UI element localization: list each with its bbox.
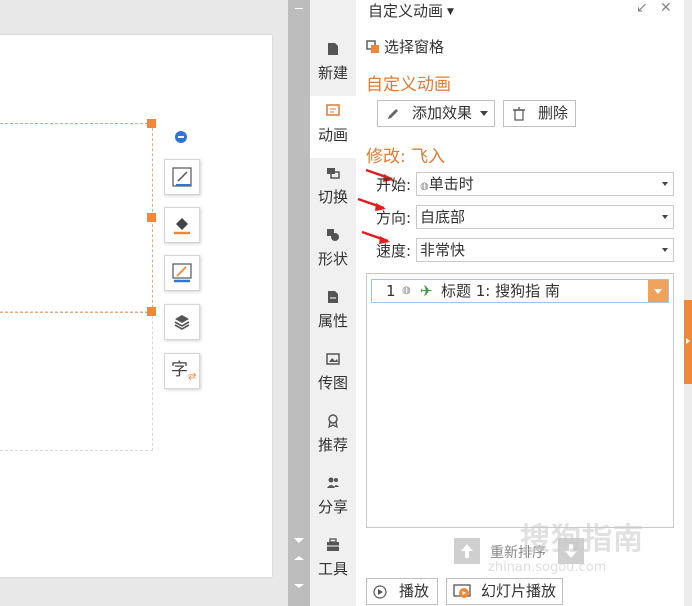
properties-icon xyxy=(328,291,338,303)
splitter-step-icon[interactable] xyxy=(294,556,304,560)
slideshow-icon xyxy=(453,584,471,598)
tab-properties[interactable]: 属性 xyxy=(310,282,356,344)
tab-tools[interactable]: 工具 xyxy=(310,530,356,592)
add-effect-button[interactable]: 添加效果 xyxy=(377,100,495,127)
chevron-down-icon xyxy=(662,248,668,252)
tab-animation[interactable]: 动画 xyxy=(310,96,356,158)
selection-pane-link[interactable]: 选择窗格 xyxy=(366,36,444,57)
content-placeholder[interactable] xyxy=(0,311,153,451)
animation-icon xyxy=(326,104,340,116)
tab-transition[interactable]: 切换 xyxy=(310,158,356,220)
speed-label: 速度: xyxy=(376,242,412,260)
item-menu-dropdown[interactable] xyxy=(648,280,668,302)
selection-pane-icon xyxy=(366,40,379,53)
list-item[interactable]: 1 ◍ ✈ 标题 1: 搜狗指 南 xyxy=(371,279,669,303)
recommend-icon xyxy=(328,414,338,428)
trash-icon xyxy=(513,107,525,121)
resize-handle-right[interactable] xyxy=(147,213,156,222)
mouse-icon: ◍ xyxy=(402,285,411,296)
pencil-icon xyxy=(388,109,398,119)
watermark-url: zhinan.sogou.com xyxy=(488,560,607,575)
tab-label: 工具 xyxy=(317,560,348,578)
image-upload-icon xyxy=(326,353,340,365)
tab-label: 形状 xyxy=(317,250,348,268)
fill-icon xyxy=(174,218,190,235)
file-icon xyxy=(328,43,338,55)
splitter-down-arrow[interactable] xyxy=(294,584,304,588)
play-button[interactable]: 播放 xyxy=(366,578,438,605)
tab-shapes[interactable]: 形状 xyxy=(310,220,356,282)
tab-label: 属性 xyxy=(317,312,348,330)
direction-select[interactable]: 自底部 xyxy=(416,205,674,229)
fill-color-button[interactable] xyxy=(164,207,200,243)
tab-label: 传图 xyxy=(317,374,348,392)
delete-button[interactable]: 删除 xyxy=(503,100,576,127)
tab-label: 动画 xyxy=(317,126,348,144)
text-swap-icon: 字⇄ xyxy=(171,360,197,383)
toolbox-icon xyxy=(327,538,339,551)
play-icon xyxy=(373,585,387,599)
custom-animation-heading: 自定义动画 xyxy=(366,75,451,95)
side-tab-bar: 新建 动画 切换 形状 属性 传图 推荐 分享 工具 xyxy=(310,0,356,606)
slide-canvas-area: 字⇄ xyxy=(0,0,288,606)
share-icon xyxy=(327,477,339,488)
animation-list[interactable]: 1 ◍ ✈ 标题 1: 搜狗指 南 xyxy=(366,273,674,528)
resize-handle-top-right[interactable] xyxy=(147,119,156,128)
tab-new[interactable]: 新建 xyxy=(310,34,356,96)
line-color-button[interactable] xyxy=(164,255,200,291)
resize-handle-bottom-right[interactable] xyxy=(147,307,156,316)
pen-outline-icon xyxy=(172,167,192,187)
slideshow-button[interactable]: 幻灯片播放 xyxy=(446,578,563,605)
fly-in-effect-icon: ✈ xyxy=(420,282,433,300)
collapse-pane-tab[interactable] xyxy=(684,300,692,384)
pane-close-icon[interactable]: ✕ xyxy=(660,0,672,16)
chevron-down-icon xyxy=(662,182,668,186)
tab-label: 分享 xyxy=(317,498,348,516)
arrow-up-icon xyxy=(461,544,473,558)
modify-heading: 修改: 飞入 xyxy=(366,147,446,167)
pane-title-menu[interactable]: 自定义动画 ▼ xyxy=(368,0,454,21)
text-style-button[interactable]: 字⇄ xyxy=(164,353,200,389)
start-label: 开始: xyxy=(376,176,412,194)
tab-label: 新建 xyxy=(317,64,348,82)
tab-recommend[interactable]: 推荐 xyxy=(310,406,356,468)
line-color-icon xyxy=(172,263,192,283)
move-up-button[interactable] xyxy=(454,538,480,564)
title-placeholder-selection[interactable] xyxy=(0,123,153,313)
direction-label: 方向: xyxy=(376,209,412,227)
layers-icon xyxy=(174,315,190,330)
layers-button[interactable] xyxy=(164,304,200,340)
pane-dock-icon[interactable]: ↙ xyxy=(636,0,648,16)
chevron-down-icon xyxy=(662,215,668,219)
tab-label: 切换 xyxy=(317,188,348,206)
mouse-icon: ◍ xyxy=(420,181,429,192)
tab-image-upload[interactable]: 传图 xyxy=(310,344,356,406)
rotate-handle[interactable] xyxy=(175,131,187,143)
shapes-icon xyxy=(327,229,339,241)
splitter-grip xyxy=(295,8,303,9)
transition-icon xyxy=(327,168,340,179)
start-select[interactable]: ◍单击时 xyxy=(416,172,674,196)
watermark: 搜狗指南 xyxy=(520,522,644,557)
chevron-down-icon xyxy=(480,111,488,116)
tab-label: 推荐 xyxy=(317,436,348,454)
shape-outline-button[interactable] xyxy=(164,159,200,195)
speed-select[interactable]: 非常快 xyxy=(416,238,674,262)
splitter-up-arrow[interactable] xyxy=(294,538,304,543)
tab-share[interactable]: 分享 xyxy=(310,468,356,530)
pane-splitter[interactable] xyxy=(288,0,310,606)
